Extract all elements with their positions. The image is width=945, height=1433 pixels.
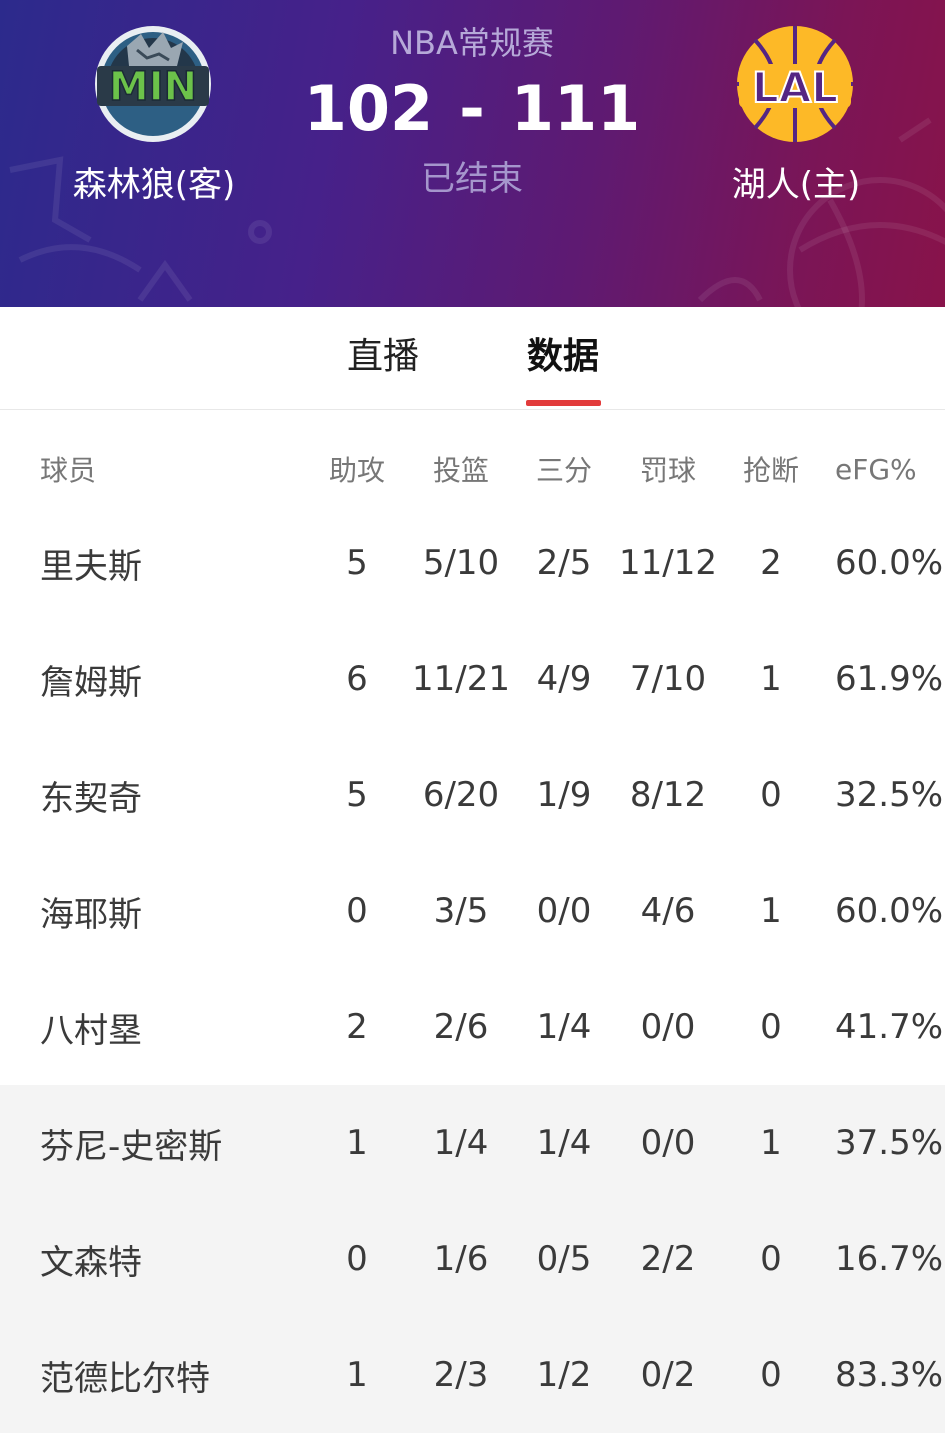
assists-value: 0 (346, 1239, 368, 1279)
tab-bar: 直播 数据 (0, 307, 945, 410)
table-row[interactable]: 文森特 0 1/6 0/5 2/2 0 16.7% (0, 1201, 945, 1317)
assists-value: 5 (346, 543, 368, 583)
three-pointers-value: 0/5 (536, 1239, 592, 1279)
steals-value: 1 (760, 1123, 782, 1163)
table-row[interactable]: 东契奇 5 6/20 1/9 8/12 0 32.5% (0, 737, 945, 853)
three-pointers-value: 2/5 (536, 543, 592, 583)
score-separator: - (459, 72, 485, 145)
scoreboard: 102-111 (272, 70, 672, 148)
steals-value: 0 (760, 775, 782, 815)
efg-value: 61.9% (835, 659, 944, 699)
table-row[interactable]: 芬尼-史密斯 1 1/4 1/4 0/0 1 37.5% (0, 1085, 945, 1201)
player-name[interactable]: 八村塁 (40, 969, 300, 1085)
player-name[interactable]: 范德比尔特 (40, 1317, 300, 1433)
tab-live[interactable]: 直播 (313, 331, 453, 383)
efg-value: 41.7% (835, 1007, 944, 1047)
away-score: 102 (303, 72, 434, 145)
field-goals-value: 2/3 (433, 1355, 489, 1395)
three-pointers-value: 1/2 (536, 1355, 592, 1395)
home-team-name[interactable]: 湖人(主) (666, 160, 926, 210)
field-goals-value: 11/21 (412, 659, 510, 699)
field-goals-value: 5/10 (422, 543, 500, 583)
field-goals-value: 2/6 (433, 1007, 489, 1047)
three-pointers-value: 0/0 (536, 891, 592, 931)
steals-value: 0 (760, 1239, 782, 1279)
field-goals-value: 6/20 (422, 775, 500, 815)
svg-text:LAL: LAL (752, 63, 838, 112)
efg-value: 60.0% (835, 543, 944, 583)
efg-value: 37.5% (835, 1123, 944, 1163)
assists-value: 2 (346, 1007, 368, 1047)
three-pointers-value: 1/4 (536, 1123, 592, 1163)
efg-value: 60.0% (835, 891, 944, 931)
game-status: 已结束 (421, 159, 523, 199)
three-pointers-value: 1/9 (536, 775, 592, 815)
free-throws-value: 4/6 (640, 891, 696, 931)
player-name[interactable]: 詹姆斯 (40, 621, 300, 737)
home-score: 111 (510, 72, 641, 145)
player-name[interactable]: 东契奇 (40, 737, 300, 853)
efg-value: 32.5% (835, 775, 944, 815)
tab-stats[interactable]: 数据 (493, 331, 633, 383)
table-row[interactable]: 八村塁 2 2/6 1/4 0/0 0 41.7% (0, 969, 945, 1085)
table-row[interactable]: 詹姆斯 6 11/21 4/9 7/10 1 61.9% (0, 621, 945, 737)
field-goals-value: 1/6 (433, 1239, 489, 1279)
player-name[interactable]: 海耶斯 (40, 853, 300, 969)
player-name[interactable]: 里夫斯 (40, 505, 300, 621)
game-header: MIN LAL 森林狼(客) 湖人(主) NBA常规赛 102-111 已结束 (0, 0, 945, 307)
table-row[interactable]: 里夫斯 5 5/10 2/5 11/12 2 60.0% (0, 505, 945, 621)
assists-value: 1 (346, 1123, 368, 1163)
free-throws-value: 7/10 (629, 659, 707, 699)
steals-value: 0 (760, 1007, 782, 1047)
free-throws-value: 8/12 (629, 775, 707, 815)
steals-value: 0 (760, 1355, 782, 1395)
player-name[interactable]: 文森特 (40, 1201, 300, 1317)
steals-value: 2 (760, 543, 782, 583)
free-throws-value: 0/0 (640, 1123, 696, 1163)
field-goals-value: 3/5 (433, 891, 489, 931)
table-row[interactable]: 范德比尔特 1 2/3 1/2 0/2 0 83.3% (0, 1317, 945, 1433)
away-team-name[interactable]: 森林狼(客) (24, 160, 284, 210)
free-throws-value: 11/12 (619, 543, 717, 583)
assists-value: 6 (346, 659, 368, 699)
assists-value: 0 (346, 891, 368, 931)
player-name[interactable]: 芬尼-史密斯 (40, 1085, 300, 1201)
timberwolves-logo-icon[interactable]: MIN (93, 24, 213, 144)
assists-value: 1 (346, 1355, 368, 1395)
three-pointers-value: 4/9 (536, 659, 592, 699)
active-tab-indicator (526, 400, 601, 406)
steals-value: 1 (760, 659, 782, 699)
league-label: NBA常规赛 (390, 24, 554, 62)
field-goals-value: 1/4 (433, 1123, 489, 1163)
box-score-table: 球员 助攻 投篮 三分 罚球 抢断 eFG% 里夫斯 5 5/10 2/5 11/12 2… (0, 409, 945, 1433)
free-throws-value: 0/0 (640, 1007, 696, 1047)
assists-value: 5 (346, 775, 368, 815)
svg-text:MIN: MIN (109, 64, 197, 110)
efg-value: 16.7% (835, 1239, 944, 1279)
free-throws-value: 0/2 (640, 1355, 696, 1395)
table-row[interactable]: 海耶斯 0 3/5 0/0 4/6 1 60.0% (0, 853, 945, 969)
efg-value: 83.3% (835, 1355, 944, 1395)
three-pointers-value: 1/4 (536, 1007, 592, 1047)
lakers-logo-icon[interactable]: LAL (735, 24, 855, 144)
steals-value: 1 (760, 891, 782, 931)
free-throws-value: 2/2 (640, 1239, 696, 1279)
